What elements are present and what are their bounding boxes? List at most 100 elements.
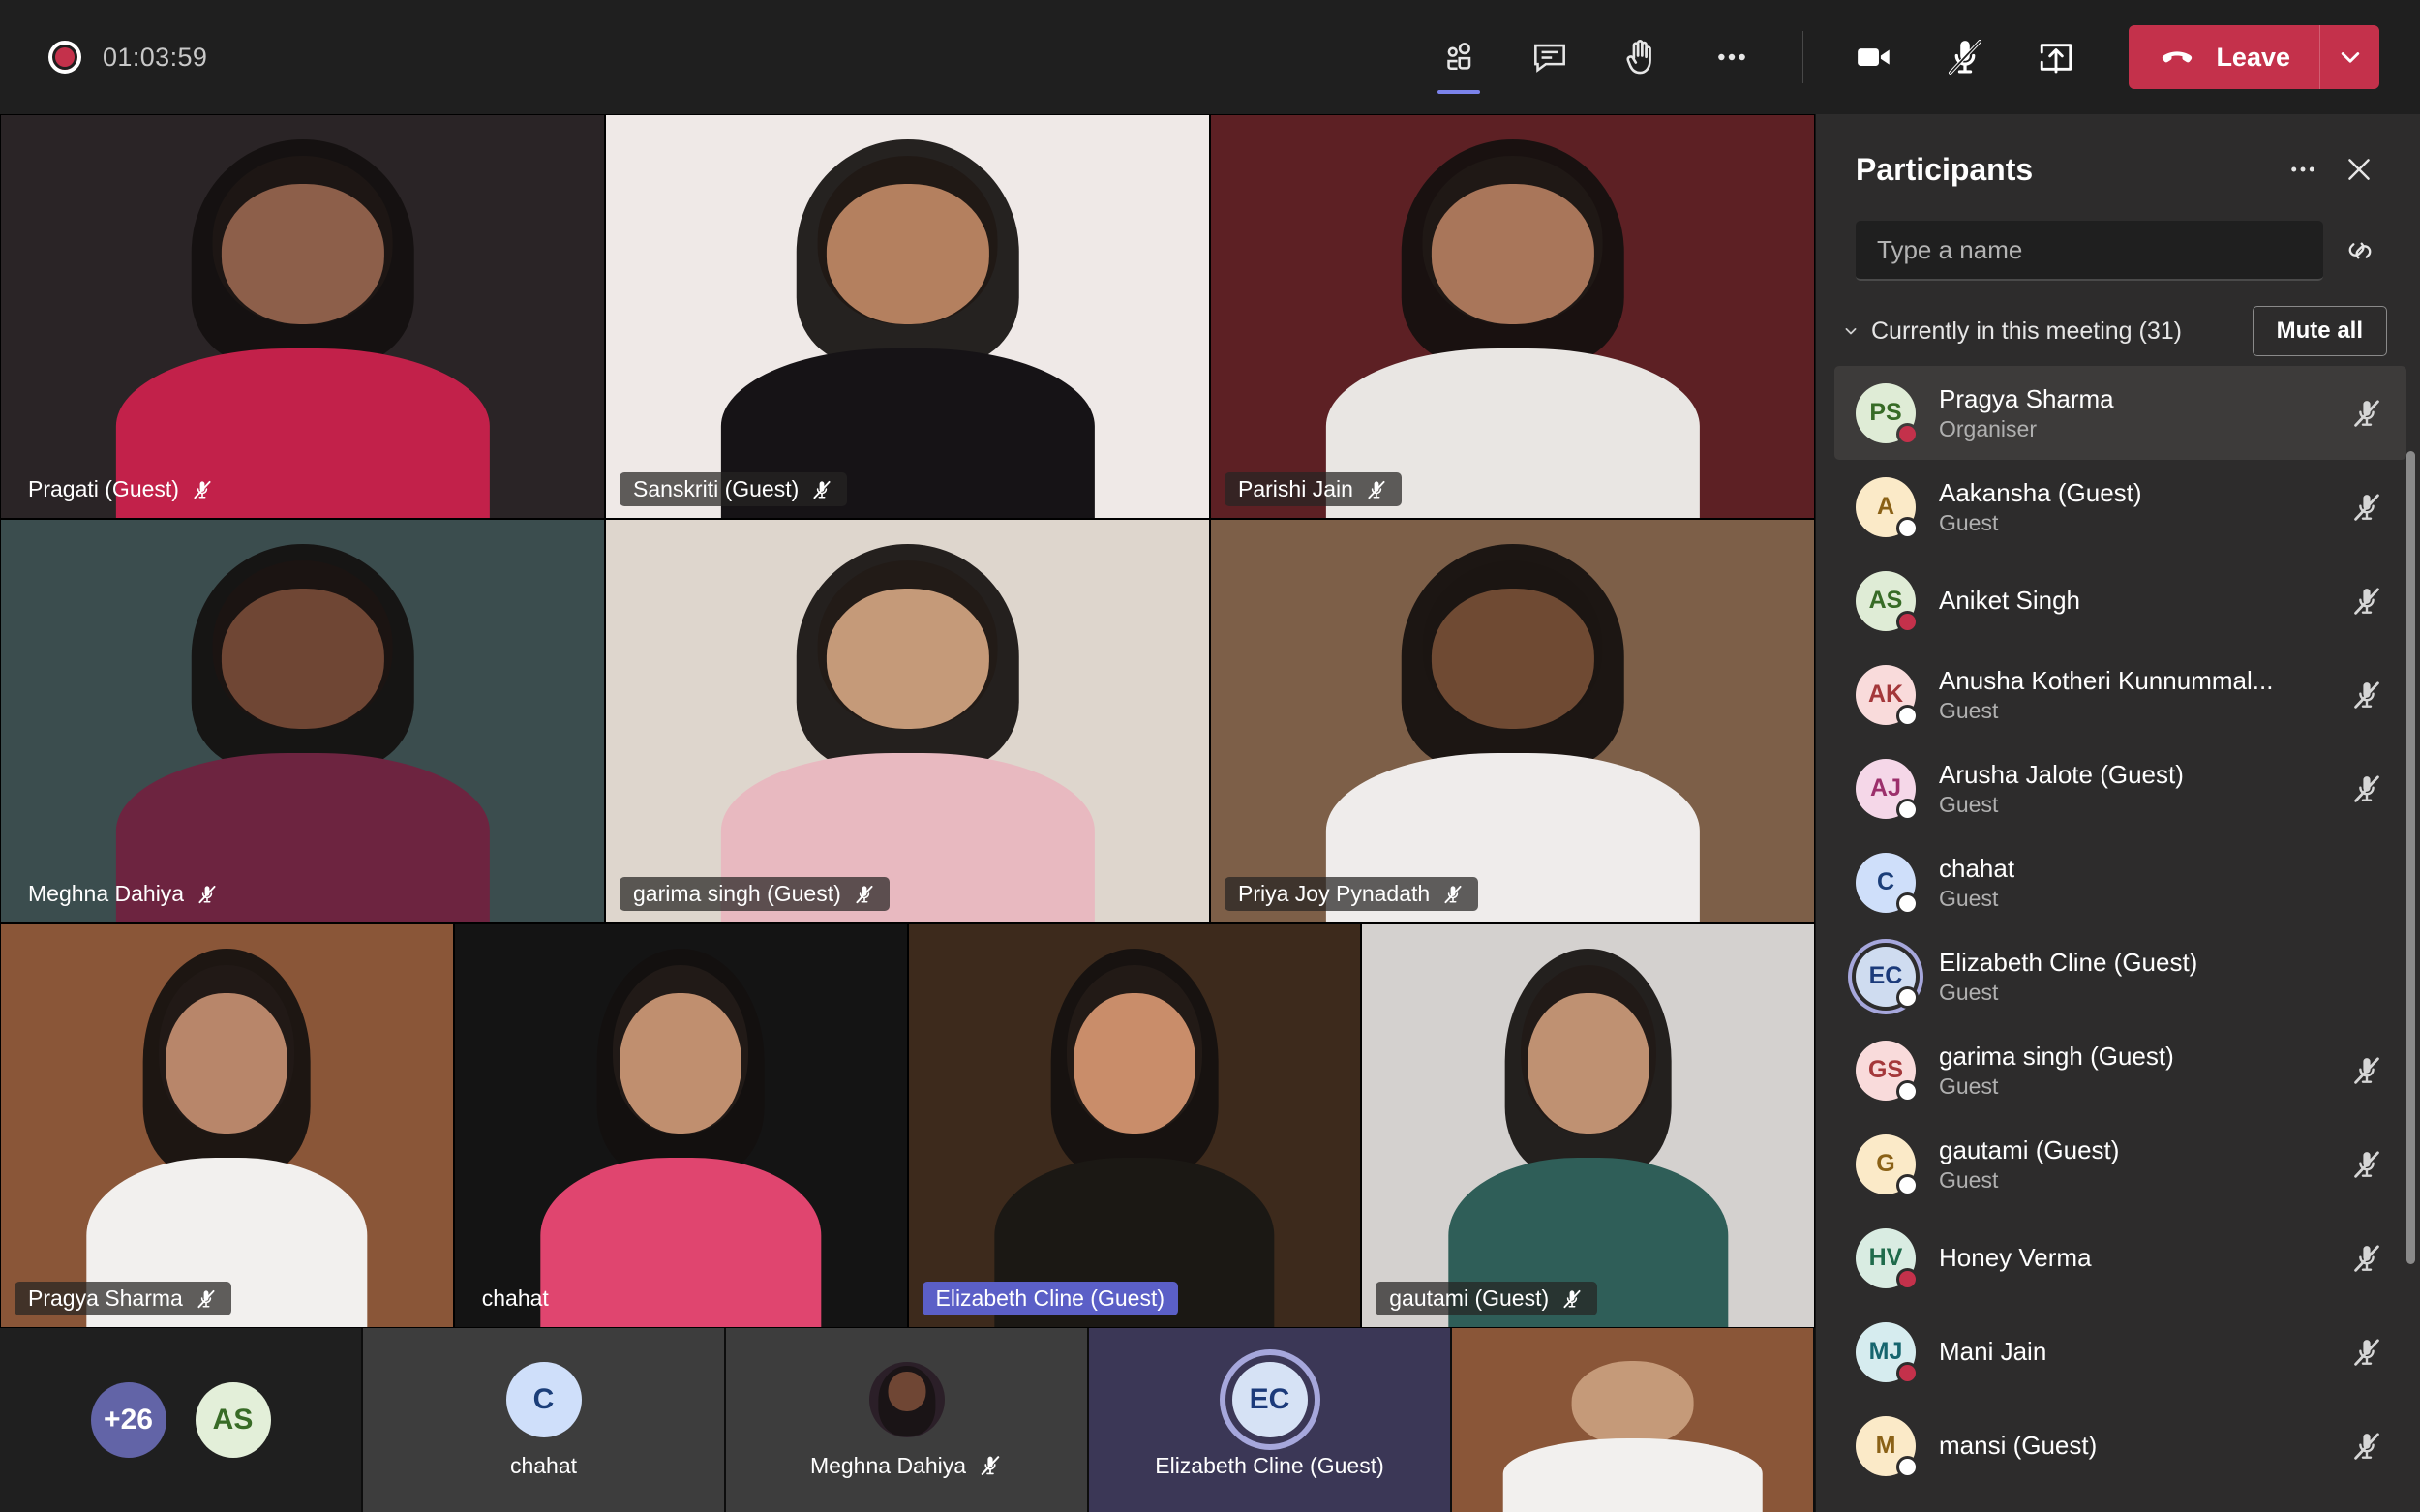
microphone-muted-icon: [1441, 883, 1465, 906]
microphone-muted-icon[interactable]: [2344, 1429, 2389, 1464]
filmstrip-overflow-group: +26 AS: [90, 1382, 271, 1458]
presence-indicator: [1896, 516, 1919, 539]
filmstrip-tile[interactable]: Cchahat: [363, 1328, 726, 1512]
share-link-icon[interactable]: [2333, 224, 2387, 278]
presence-indicator: [1896, 704, 1919, 727]
raise-hand-icon[interactable]: [1595, 13, 1686, 102]
video-tile[interactable]: chahat: [453, 923, 908, 1328]
presence-indicator: [1896, 798, 1919, 821]
section-label: Currently in this meeting (31): [1871, 317, 2182, 345]
presence-indicator: [1896, 1173, 1919, 1196]
participant-list-scrollbar[interactable]: [2406, 451, 2415, 1264]
participant-name: Aniket Singh: [1939, 586, 2080, 615]
microphone-muted-icon[interactable]: [2344, 490, 2389, 525]
share-screen-icon[interactable]: [2011, 13, 2102, 102]
video-tile-label: Sanskriti (Guest): [620, 472, 848, 506]
video-tile[interactable]: garima singh (Guest): [605, 519, 1210, 923]
participant-row[interactable]: AJ Arusha Jalote (Guest) Guest: [1834, 741, 2406, 835]
video-tile[interactable]: Priya Joy Pynadath: [1210, 519, 1815, 923]
participant-role: Guest: [1939, 697, 1999, 723]
leave-button[interactable]: Leave: [2129, 25, 2319, 89]
avatar-wrapper: EC: [1856, 946, 1919, 1009]
participant-role: Organiser: [1939, 415, 2037, 441]
filmstrip-tile[interactable]: Meghna Dahiya: [726, 1328, 1089, 1512]
presence-indicator: [1896, 1361, 1919, 1384]
filmstrip-tile[interactable]: [1452, 1328, 1815, 1512]
more-options-icon[interactable]: [2275, 141, 2331, 197]
video-tile-name: Sanskriti (Guest): [633, 476, 800, 501]
microphone-muted-icon: [191, 478, 214, 501]
video-tile-label: Parishi Jain: [1225, 472, 1402, 506]
video-tile-name: Pragya Sharma: [28, 1285, 183, 1311]
filmstrip-tile[interactable]: +26 AS: [0, 1328, 363, 1512]
microphone-muted-icon[interactable]: [2344, 584, 2389, 619]
mute-all-button[interactable]: Mute all: [2252, 306, 2387, 356]
leave-dropdown-button[interactable]: [2319, 25, 2379, 89]
video-tile-label: gautami (Guest): [1376, 1282, 1598, 1315]
participant-row[interactable]: EC Elizabeth Cline (Guest) Guest: [1834, 929, 2406, 1023]
filmstrip-label: chahat: [510, 1453, 577, 1479]
filmstrip-video: [1452, 1328, 1813, 1512]
presence-indicator: [1896, 985, 1919, 1009]
video-tile[interactable]: gautami (Guest): [1361, 923, 1815, 1328]
video-tile-name: Priya Joy Pynadath: [1238, 881, 1431, 906]
search-input[interactable]: [1877, 234, 2302, 265]
microphone-muted-icon[interactable]: [2344, 771, 2389, 806]
close-icon[interactable]: [2331, 141, 2387, 197]
participant-row[interactable]: Cchahat Guest: [1834, 835, 2406, 929]
people-icon[interactable]: [1413, 13, 1504, 102]
avatar-wrapper: AS: [1856, 570, 1919, 633]
avatar-wrapper: AJ: [1856, 758, 1919, 821]
chevron-down-icon[interactable]: [1840, 321, 1861, 341]
microphone-muted-icon[interactable]: [2344, 1147, 2389, 1182]
video-tile-label: garima singh (Guest): [620, 877, 890, 911]
participant-row[interactable]: AK Anusha Kotheri Kunnummal... Guest: [1834, 648, 2406, 741]
microphone-muted-icon[interactable]: [2344, 1335, 2389, 1370]
avatar: AS: [195, 1382, 271, 1458]
microphone-muted-icon[interactable]: [2344, 678, 2389, 712]
participant-row[interactable]: AS Aniket Singh: [1834, 554, 2406, 648]
microphone-muted-icon[interactable]: [2344, 1053, 2389, 1088]
chat-icon[interactable]: [1504, 13, 1595, 102]
participant-row[interactable]: Ggautami (Guest) Guest: [1834, 1117, 2406, 1211]
video-tile-name: Parishi Jain: [1238, 476, 1353, 501]
overflow-count-badge[interactable]: +26: [90, 1382, 166, 1458]
toolbar-center-actions: [1413, 0, 2102, 114]
video-tile[interactable]: Meghna Dahiya: [0, 519, 605, 923]
video-tile-name: Meghna Dahiya: [28, 881, 185, 906]
video-tile[interactable]: Elizabeth Cline (Guest): [907, 923, 1362, 1328]
video-tile[interactable]: Parishi Jain: [1210, 114, 1815, 519]
microphone-muted-icon[interactable]: [2344, 396, 2389, 431]
participant-info: Aniket Singh: [1939, 586, 2321, 616]
teams-meeting-window: 01:03:59 Leave Pragati (Guest) Sanskriti…: [0, 0, 2420, 1512]
more-options-icon[interactable]: [1686, 13, 1777, 102]
presence-indicator: [1896, 422, 1919, 445]
filmstrip-tile[interactable]: EC Elizabeth Cline (Guest): [1089, 1328, 1452, 1512]
participant-name: garima singh (Guest): [1939, 1041, 2174, 1071]
participant-name: mansi (Guest): [1939, 1431, 2098, 1460]
participant-row[interactable]: A Aakansha (Guest) Guest: [1834, 460, 2406, 554]
camera-icon[interactable]: [1829, 13, 1920, 102]
meeting-body: Pragati (Guest) Sanskriti (Guest) Parishi …: [0, 114, 2420, 1512]
video-tile-label: Elizabeth Cline (Guest): [922, 1282, 1178, 1315]
filmstrip-label: Elizabeth Cline (Guest): [1155, 1453, 1384, 1479]
video-tile[interactable]: Pragati (Guest): [0, 114, 605, 519]
participant-name: Pragya Sharma: [1939, 383, 2114, 413]
participant-row[interactable]: HV Honey Verma: [1834, 1211, 2406, 1305]
participant-row[interactable]: Mmansi (Guest): [1834, 1399, 2406, 1493]
search-input-wrapper[interactable]: [1856, 221, 2323, 281]
participant-row[interactable]: MJ Mani Jain: [1834, 1305, 2406, 1399]
participant-name: Mani Jain: [1939, 1337, 2047, 1366]
filmstrip-name: chahat: [509, 1452, 578, 1478]
participant-info: gautami (Guest) Guest: [1939, 1135, 2321, 1194]
microphone-muted-icon[interactable]: [1920, 13, 2011, 102]
video-tile-name: chahat: [481, 1285, 549, 1311]
video-tile[interactable]: Sanskriti (Guest): [605, 114, 1210, 519]
meeting-section-header: Currently in this meeting (31) Mute all: [1815, 281, 2420, 366]
participant-row[interactable]: PS Pragya Sharma Organiser: [1834, 366, 2406, 460]
participant-row[interactable]: GS garima singh (Guest) Guest: [1834, 1023, 2406, 1117]
video-tile[interactable]: Pragya Sharma: [0, 923, 454, 1328]
microphone-muted-icon[interactable]: [2344, 1241, 2389, 1276]
filmstrip-name: Elizabeth Cline (Guest): [1155, 1452, 1384, 1478]
participant-name: chahat: [1939, 853, 2015, 883]
